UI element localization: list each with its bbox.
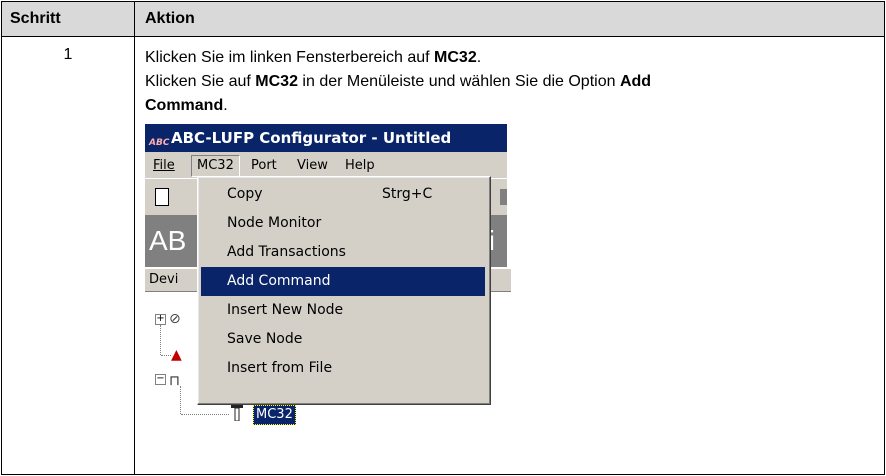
instruction-table: Schritt Aktion 1 Klicken Sie im linken F… (1, 1, 885, 475)
menu-item-add-command[interactable]: Add Command (201, 267, 485, 296)
menu-item-label: Insert from File (227, 360, 333, 376)
selected-tree-node[interactable]: MC32 (253, 405, 296, 425)
menu-label: File (153, 158, 175, 173)
menu-mc32[interactable]: MC32 (191, 155, 240, 177)
text: . (223, 97, 228, 114)
menu-label: MC32 (197, 158, 234, 173)
menu-item-label: Node Monitor (227, 215, 322, 231)
tree-line (160, 325, 161, 355)
table-row: 1 Klicken Sie im linken Fensterbereich a… (1, 36, 885, 475)
bold-term: Add (619, 73, 652, 90)
menu-file[interactable]: File (147, 156, 181, 176)
menu-item-label: Insert New Node (227, 302, 344, 318)
mc32-dropdown-menu: Copy Strg+C Node Monitor Add Transaction… (197, 176, 491, 405)
window-title: ABC-LUFP Configurator - Untitled (171, 129, 452, 147)
action-line-2: Klicken Sie auf MC32 in der Menüleiste u… (145, 70, 884, 94)
tree-line (161, 355, 171, 356)
table-header-row: Schritt Aktion (1, 1, 885, 37)
menu-item-add-transactions[interactable]: Add Transactions (201, 238, 485, 267)
expand-icon[interactable]: + (155, 314, 166, 325)
action-line-1: Klicken Sie im linken Fensterbereich auf… (145, 46, 884, 70)
menu-item-label: Add Command (227, 273, 331, 289)
menu-item-insert-new-node[interactable]: Insert New Node (201, 296, 485, 325)
action-line-3: Command. (145, 94, 884, 118)
window-titlebar: ABC ABC-LUFP Configurator - Untitled (145, 124, 507, 152)
bold-term: MC32 (255, 73, 298, 90)
app-logo-icon: ABC (149, 138, 170, 148)
mc32-node-icon (231, 405, 243, 421)
menu-label: Help (345, 158, 375, 173)
header-step: Schritt (1, 1, 135, 37)
menu-item-insert-from-file[interactable]: Insert from File (201, 354, 485, 383)
text: in der Menüleiste und wählen Sie die Opt… (297, 73, 620, 90)
subnet-node-icon: ⊓ (169, 373, 180, 389)
network-node-icon: ⊘ (169, 311, 181, 327)
menu-item-label: Copy (227, 186, 263, 202)
header-action: Aktion (134, 1, 885, 37)
menu-view[interactable]: View (291, 156, 334, 176)
menubar: File MC32 Port View Help (145, 152, 507, 178)
device-node-icon: ▲ (171, 347, 182, 363)
text: Klicken Sie im linken Fensterbereich auf (145, 49, 435, 66)
collapse-icon[interactable]: − (155, 374, 166, 385)
menu-label: Port (251, 158, 277, 173)
menu-label: View (297, 158, 328, 173)
step-number: 1 (1, 36, 135, 475)
menu-item-copy[interactable]: Copy Strg+C (201, 180, 485, 209)
toolbar-button-fragment (500, 189, 507, 205)
menu-item-label: Add Transactions (227, 244, 346, 260)
banner-text-left: AB (149, 225, 187, 256)
menu-item-node-monitor[interactable]: Node Monitor (201, 209, 485, 238)
embedded-screenshot: ABC ABC-LUFP Configurator - Untitled File… (145, 124, 511, 454)
new-document-icon[interactable] (155, 188, 169, 206)
menu-item-save-node[interactable]: Save Node (201, 325, 485, 354)
menu-port[interactable]: Port (245, 156, 283, 176)
bold-term: Command (145, 97, 224, 114)
text: . (476, 49, 482, 66)
tree-line (180, 386, 181, 414)
bold-term: MC32 (434, 49, 477, 66)
menu-help[interactable]: Help (339, 156, 381, 176)
tree-line (181, 414, 229, 415)
action-cell: Klicken Sie im linken Fensterbereich auf… (134, 36, 885, 475)
menu-item-shortcut: Strg+C (382, 186, 433, 202)
text: Klicken Sie auf (145, 73, 256, 90)
menu-item-label: Save Node (227, 331, 303, 347)
